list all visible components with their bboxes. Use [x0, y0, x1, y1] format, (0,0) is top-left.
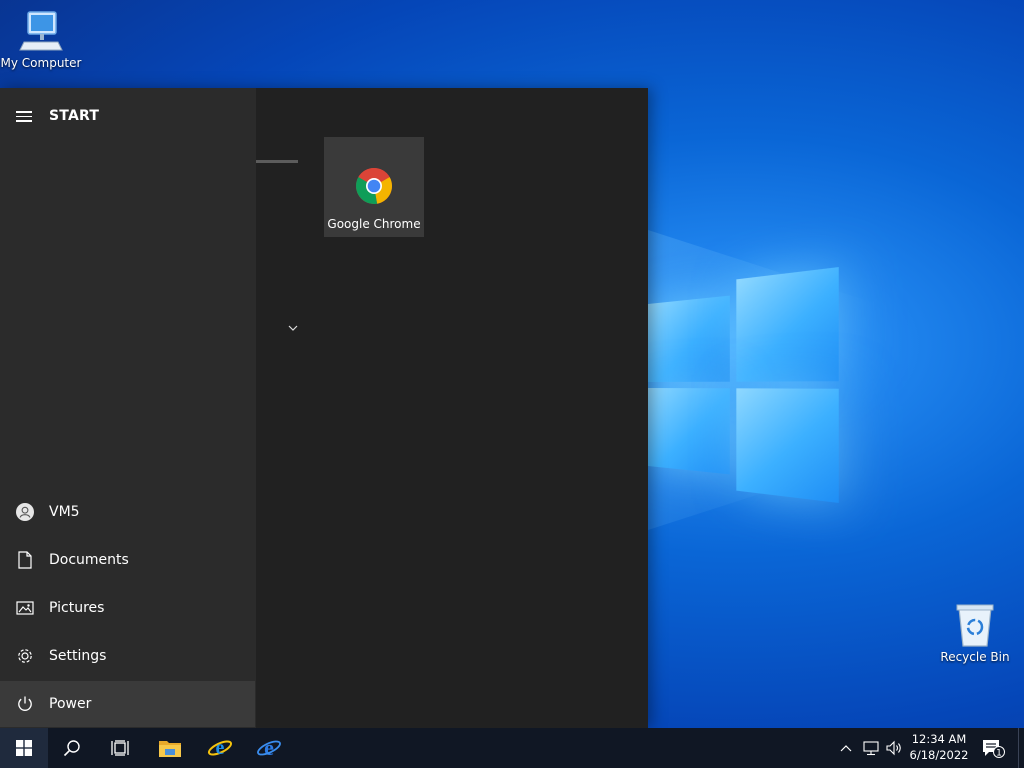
sidebar-item-label: VM5: [49, 504, 80, 520]
sidebar-item-label: Settings: [49, 648, 107, 664]
internet-explorer-button[interactable]: e: [196, 728, 244, 768]
sidebar-item-settings[interactable]: Settings: [0, 633, 255, 679]
chrome-icon: [356, 167, 392, 204]
start-menu-title: START: [49, 108, 100, 124]
sidebar-item-documents[interactable]: Documents: [0, 537, 255, 583]
sidebar-item-label: Documents: [49, 552, 129, 568]
internet-explorer-button-2[interactable]: e: [245, 728, 293, 768]
network-tray-button[interactable]: [861, 738, 881, 758]
svg-text:e: e: [216, 737, 225, 759]
sidebar-item-label: Power: [49, 696, 92, 712]
svg-text:e: e: [264, 736, 274, 760]
sidebar-item-user[interactable]: VM5: [0, 489, 255, 535]
search-icon: [63, 740, 80, 757]
network-icon: [863, 741, 879, 756]
show-desktop-button[interactable]: [1018, 728, 1024, 768]
internet-explorer-icon: e: [207, 737, 233, 759]
taskbar: e e 12:34 AM 6/18/2022 1: [0, 728, 1024, 768]
file-explorer-icon: [159, 741, 181, 757]
task-view-icon: [111, 740, 129, 756]
sidebar-item-label: Pictures: [49, 600, 105, 616]
file-explorer-button[interactable]: [146, 728, 194, 768]
sidebar-item-power[interactable]: Power: [0, 681, 255, 727]
start-button[interactable]: [0, 728, 48, 768]
recycle-bin-icon: [956, 604, 994, 647]
chevron-down-icon[interactable]: [286, 322, 300, 334]
tile-google-chrome[interactable]: Google Chrome: [324, 137, 424, 237]
sidebar-item-pictures[interactable]: Pictures: [0, 585, 255, 631]
notification-icon: 1: [983, 740, 1005, 759]
start-menu-sidebar: START VM5 Documents Pictures Settings Po…: [0, 88, 256, 728]
task-view-button[interactable]: [96, 728, 144, 768]
action-center-button[interactable]: 1: [976, 738, 1010, 758]
tile-label: Google Chrome: [327, 217, 421, 231]
hamburger-menu-icon[interactable]: [16, 110, 34, 122]
windows-start-icon: [16, 740, 32, 756]
taskbar-clock[interactable]: 12:34 AM 6/18/2022: [906, 731, 972, 763]
chevron-up-icon: [840, 745, 852, 752]
speaker-icon: [886, 740, 901, 756]
clock-date: 6/18/2022: [909, 748, 969, 762]
show-hidden-icons-button[interactable]: [836, 738, 856, 758]
desktop-icon-my-computer[interactable]: My Computer: [0, 8, 82, 70]
volume-tray-button[interactable]: [884, 738, 904, 758]
user-icon: [16, 503, 34, 521]
internet-explorer-icon: e: [257, 736, 281, 760]
start-menu: START VM5 Documents Pictures Settings Po…: [0, 88, 648, 728]
search-button[interactable]: [48, 728, 96, 768]
gear-icon: [16, 647, 34, 665]
computer-icon: [19, 11, 63, 51]
document-icon: [16, 551, 34, 569]
power-icon: [16, 695, 34, 713]
desktop-icon-label: My Computer: [0, 56, 82, 70]
desktop-icon-label: Recycle Bin: [940, 650, 1010, 664]
app-list-divider: [256, 160, 298, 163]
desktop-icon-recycle-bin[interactable]: Recycle Bin: [934, 602, 1016, 664]
windows-wallpaper-logo: [648, 267, 839, 503]
start-menu-header[interactable]: START: [0, 102, 256, 130]
clock-time: 12:34 AM: [911, 732, 967, 746]
notification-count: 1: [996, 749, 1002, 759]
pictures-icon: [16, 599, 34, 617]
